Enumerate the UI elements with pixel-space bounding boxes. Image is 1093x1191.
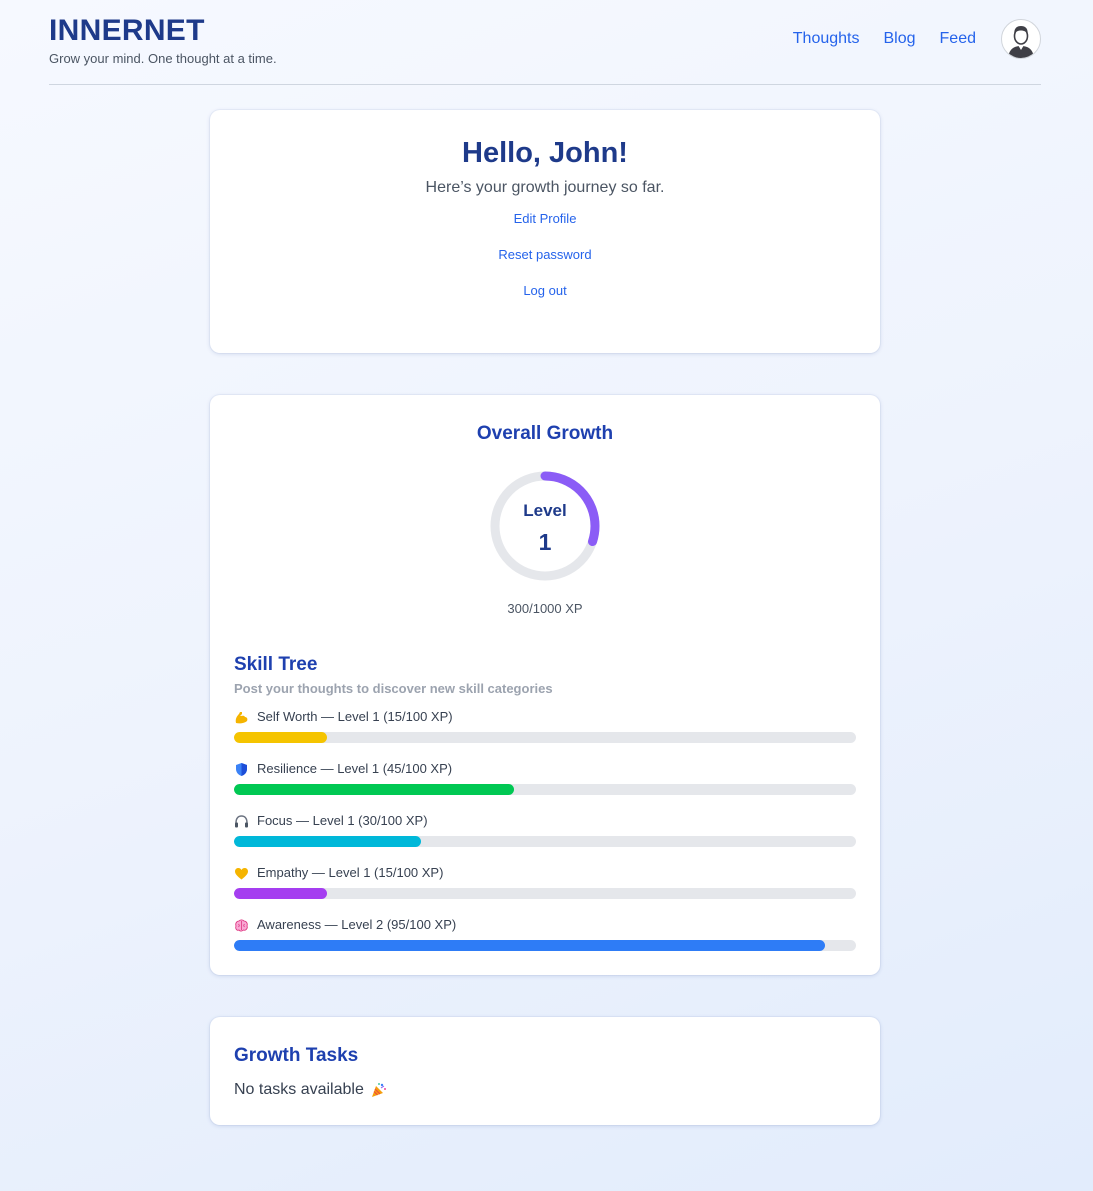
profile-card: Hello, John! Here’s your growth journey … — [210, 110, 880, 353]
skill-label: Self Worth — Level 1 (15/100 XP) — [257, 709, 453, 724]
brand-tagline: Grow your mind. One thought at a time. — [49, 51, 277, 66]
reset-password-link[interactable]: Reset password — [498, 247, 591, 263]
brain-icon — [234, 918, 249, 933]
party-popper-icon — [371, 1082, 387, 1098]
skill-list: Self Worth — Level 1 (15/100 XP) Resilie… — [234, 709, 856, 969]
growth-card: Overall Growth Level 1 300/1000 XP Skill… — [210, 395, 880, 975]
brand-title[interactable]: INNERNET — [49, 14, 205, 48]
skill-tree-title: Skill Tree — [234, 654, 318, 675]
yellow-heart-icon — [234, 866, 249, 881]
skill-progress-fill — [234, 836, 421, 847]
headphones-icon — [234, 814, 249, 829]
skill-item: Awareness — Level 2 (95/100 XP) — [234, 917, 856, 969]
xp-text: 300/1000 XP — [507, 601, 583, 616]
skill-label: Empathy — Level 1 (15/100 XP) — [257, 865, 444, 880]
level-number: 1 — [538, 529, 552, 555]
skill-progress-bar — [234, 888, 856, 899]
level-label: Level — [523, 501, 567, 520]
shield-icon — [234, 762, 249, 777]
skill-label: Awareness — Level 2 (95/100 XP) — [257, 917, 457, 932]
level-progress-ring: Level 1 — [490, 471, 600, 581]
skill-item: Empathy — Level 1 (15/100 XP) — [234, 865, 856, 917]
skill-item: Resilience — Level 1 (45/100 XP) — [234, 761, 856, 813]
main-nav: Thoughts Blog Feed — [793, 19, 1041, 59]
skill-progress-fill — [234, 784, 514, 795]
greeting-subtitle: Here’s your growth journey so far. — [425, 179, 665, 196]
overall-growth-title: Overall Growth — [476, 423, 614, 444]
user-avatar-icon[interactable] — [1001, 19, 1041, 59]
skill-progress-fill — [234, 732, 328, 743]
skill-progress-bar — [234, 940, 856, 951]
growth-tasks-card: Growth Tasks No tasks available — [210, 1017, 880, 1125]
skill-tree-subtitle: Post your thoughts to discover new skill… — [234, 681, 553, 696]
tasks-empty-state: No tasks available — [234, 1081, 387, 1099]
growth-tasks-title: Growth Tasks — [234, 1045, 359, 1066]
tasks-empty-text: No tasks available — [234, 1081, 364, 1098]
nav-feed-link[interactable]: Feed — [940, 30, 976, 48]
skill-label: Resilience — Level 1 (45/100 XP) — [257, 761, 453, 776]
logout-link[interactable]: Log out — [523, 283, 566, 299]
skill-progress-bar — [234, 784, 856, 795]
site-header: INNERNET Grow your mind. One thought at … — [49, 0, 1041, 85]
greeting-heading: Hello, John! — [462, 137, 628, 169]
profile-links: Edit Profile Reset password Log out — [210, 211, 880, 319]
skill-progress-fill — [234, 888, 328, 899]
skill-progress-bar — [234, 732, 856, 743]
flexed-biceps-icon — [234, 710, 249, 725]
skill-item: Self Worth — Level 1 (15/100 XP) — [234, 709, 856, 761]
edit-profile-link[interactable]: Edit Profile — [514, 211, 577, 227]
skill-label: Focus — Level 1 (30/100 XP) — [257, 813, 428, 828]
skill-progress-bar — [234, 836, 856, 847]
nav-blog-link[interactable]: Blog — [884, 30, 916, 48]
skill-progress-fill — [234, 940, 825, 951]
skill-item: Focus — Level 1 (30/100 XP) — [234, 813, 856, 865]
nav-thoughts-link[interactable]: Thoughts — [793, 30, 860, 48]
